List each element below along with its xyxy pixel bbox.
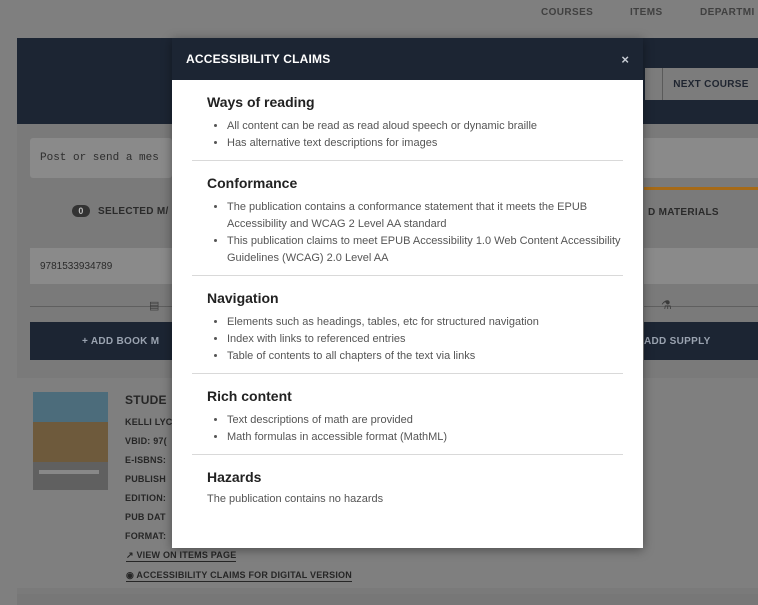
- cover-landscape: [33, 422, 108, 462]
- modal-header: ACCESSIBILITY CLAIMS ×: [172, 38, 643, 80]
- accessibility-claims-link[interactable]: ◉ ACCESSIBILITY CLAIMS FOR DIGITAL VERSI…: [126, 570, 352, 582]
- list-item: Table of contents to all chapters of the…: [227, 348, 623, 365]
- add-supply-button[interactable]: ADD SUPPLY: [644, 322, 758, 360]
- book-icon: ▤: [149, 300, 160, 312]
- list-item: Has alternative text descriptions for im…: [227, 135, 623, 152]
- claims-list: The publication contains a conformance s…: [207, 199, 623, 267]
- section-conformance: Conformance The publication contains a c…: [192, 161, 623, 276]
- modal-title: ACCESSIBILITY CLAIMS: [186, 52, 331, 66]
- selected-materials-label: SELECTED M/: [98, 206, 169, 217]
- view-on-items-page-label: VIEW ON ITEMS PAGE: [136, 550, 237, 560]
- top-navigation: COURSES ITEMS DEPARTMI: [0, 0, 758, 38]
- book-pub-date: PUB DAT: [125, 512, 166, 522]
- tab-selected-materials[interactable]: 0 SELECTED M/: [72, 205, 169, 217]
- tab-materials[interactable]: D MATERIALS: [648, 207, 719, 218]
- hazards-text: The publication contains no hazards: [207, 493, 384, 505]
- book-format: FORMAT:: [125, 531, 167, 541]
- nav-items[interactable]: ITEMS: [630, 7, 663, 18]
- list-item: This publication claims to meet EPUB Acc…: [227, 233, 623, 267]
- bottom-divider: [17, 594, 758, 605]
- claims-list: All content can be read as read aloud sp…: [207, 118, 623, 152]
- section-heading: Rich content: [207, 388, 292, 404]
- nav-departments[interactable]: DEPARTMI: [700, 7, 755, 18]
- accessibility-claims-label: ACCESSIBILITY CLAIMS FOR DIGITAL VERSION: [136, 570, 352, 580]
- section-rich-content: Rich content Text descriptions of math a…: [192, 374, 623, 455]
- active-tab-indicator: [644, 187, 758, 190]
- view-on-items-page-link[interactable]: ↗ VIEW ON ITEMS PAGE: [126, 550, 237, 562]
- book-vbid: VBID: 97(: [125, 436, 167, 446]
- book-title: STUDE: [125, 393, 167, 407]
- nav-courses[interactable]: COURSES: [541, 7, 593, 18]
- message-input-right[interactable]: [644, 138, 758, 178]
- section-heading: Conformance: [207, 175, 298, 191]
- list-item: All content can be read as read aloud sp…: [227, 118, 623, 135]
- section-heading: Navigation: [207, 290, 279, 306]
- accessibility-claims-modal: ACCESSIBILITY CLAIMS × Ways of reading A…: [172, 38, 643, 548]
- next-course-button[interactable]: NEXT COURSE: [662, 68, 758, 100]
- book-eisbns: E-ISBNS:: [125, 455, 167, 465]
- flask-icon: ⚗: [661, 298, 672, 312]
- book-edition: EDITION:: [125, 493, 167, 503]
- book-cover-image: [33, 392, 108, 490]
- list-item: Text descriptions of math are provided: [227, 412, 623, 429]
- section-hazards: Hazards The publication contains no haza…: [192, 455, 623, 513]
- prev-course-button-edge[interactable]: [645, 68, 662, 100]
- external-link-icon: ↗: [126, 550, 137, 560]
- book-publisher: PUBLISH: [125, 474, 166, 484]
- isbn-search-input[interactable]: 9781533934789: [30, 248, 172, 284]
- modal-body: Ways of reading All content can be read …: [172, 80, 643, 513]
- book-author: KELLI LYC: [125, 417, 173, 427]
- add-book-button[interactable]: + ADD BOOK M: [30, 322, 172, 360]
- claims-list: Elements such as headings, tables, etc f…: [207, 314, 623, 365]
- cover-strip: [39, 470, 99, 474]
- message-input[interactable]: Post or send a mes: [30, 138, 172, 178]
- list-item: Index with links to referenced entries: [227, 331, 623, 348]
- section-heading: Hazards: [207, 469, 262, 485]
- list-item: Elements such as headings, tables, etc f…: [227, 314, 623, 331]
- section-navigation: Navigation Elements such as headings, ta…: [192, 276, 623, 374]
- claims-list: Text descriptions of math are provided M…: [207, 412, 623, 446]
- cover-sky: [33, 392, 108, 422]
- close-icon[interactable]: ×: [621, 52, 629, 67]
- section-heading: Ways of reading: [207, 94, 315, 110]
- supply-search-input[interactable]: [644, 248, 758, 284]
- selected-count-badge: 0: [72, 205, 90, 217]
- list-item: Math formulas in accessible format (Math…: [227, 429, 623, 446]
- list-item: The publication contains a conformance s…: [227, 199, 623, 233]
- section-ways-of-reading: Ways of reading All content can be read …: [192, 80, 623, 161]
- eye-icon: ◉: [126, 570, 137, 580]
